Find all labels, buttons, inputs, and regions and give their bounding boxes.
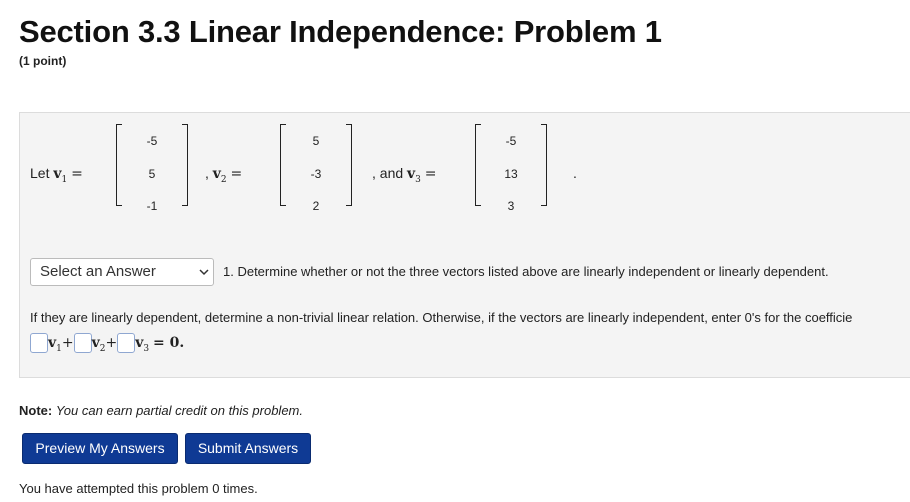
note-text: You can earn partial credit on this prob… xyxy=(55,403,303,418)
points-label: (1 point) xyxy=(19,54,67,68)
question-1: 1. Determine whether or not the three ve… xyxy=(223,264,829,279)
period: . xyxy=(573,165,577,181)
v2-matrix: 5 -3 2 xyxy=(280,124,352,213)
chevron-down-icon xyxy=(199,269,209,276)
coefficient-input-3[interactable] xyxy=(117,333,136,354)
let-label: Let v1 = xyxy=(30,165,83,185)
comma: , xyxy=(205,165,209,181)
submit-answers-button[interactable]: Submit Answers xyxy=(185,433,311,464)
v3-matrix: -5 13 3 xyxy=(475,124,547,213)
v2-symbol: v2 xyxy=(212,166,227,185)
question-2: If they are linearly dependent, determin… xyxy=(30,310,853,325)
v3-symbol: v3 xyxy=(407,166,421,185)
v3-term: v3 xyxy=(135,335,150,354)
and-text: , and xyxy=(372,165,404,181)
preview-answers-button[interactable]: Preview My Answers xyxy=(22,433,178,464)
v3-entry: -5 xyxy=(505,134,517,148)
v2-term: v2 xyxy=(91,335,106,354)
page-title: Section 3.3 Linear Independence: Problem… xyxy=(19,14,662,49)
note: Note: You can earn partial credit on thi… xyxy=(19,403,303,418)
let-text: Let xyxy=(30,165,50,181)
v1-matrix: -5 5 -1 xyxy=(116,124,188,213)
equals-sign: = xyxy=(424,166,437,182)
v1-entry: -5 xyxy=(146,134,158,148)
coefficient-input-1[interactable] xyxy=(30,333,48,354)
plus-sign: + xyxy=(61,335,74,351)
plus-sign: + xyxy=(105,335,118,351)
v3-entry: 13 xyxy=(504,167,518,181)
v2-entry: 5 xyxy=(312,134,320,148)
v3-label: , and v3 = xyxy=(372,165,437,185)
answer-select[interactable]: Select an Answer xyxy=(30,258,214,286)
v2-entry: 2 xyxy=(312,199,320,213)
v2-entry: -3 xyxy=(310,167,322,181)
v3-entry: 3 xyxy=(507,199,515,213)
v1-entry: -1 xyxy=(146,199,158,213)
v2-label: , v2 = xyxy=(205,165,242,185)
equals-sign: = xyxy=(71,166,83,182)
v1-entry: 5 xyxy=(148,167,156,181)
v1-symbol: v1 xyxy=(53,166,68,185)
linear-relation: v1+ v2+ v3 = 0. xyxy=(30,332,184,359)
select-value: Select an Answer xyxy=(40,263,156,280)
attempts-text: You have attempted this problem 0 times. xyxy=(19,481,258,496)
relation-equals-zero: = 0. xyxy=(152,335,185,351)
note-label: Note: xyxy=(19,403,53,418)
v1-term: v1 xyxy=(48,335,62,354)
coefficient-input-2[interactable] xyxy=(73,333,92,354)
equals-sign: = xyxy=(230,166,243,182)
